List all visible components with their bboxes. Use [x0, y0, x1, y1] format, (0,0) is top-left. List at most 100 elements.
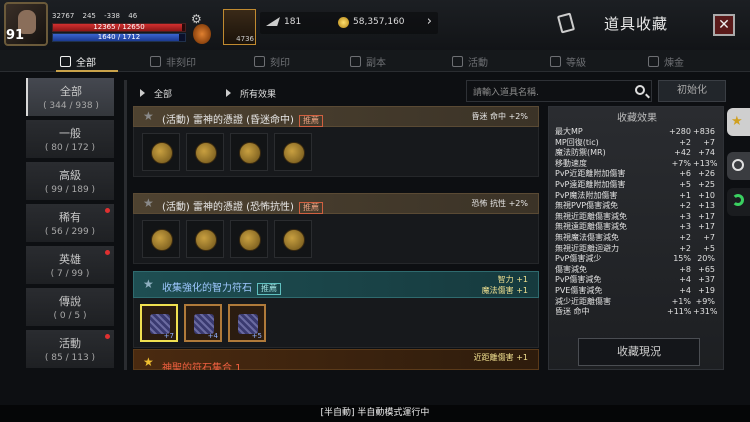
effect-current: +2 — [679, 137, 691, 147]
sidebar-item-count: ( 85 / 113 ) — [44, 353, 96, 363]
search-icon[interactable] — [635, 85, 645, 95]
effect-name: 無視近距離迴避力 — [555, 243, 619, 253]
item-slot[interactable] — [230, 220, 268, 258]
notification-dot — [105, 208, 110, 213]
stat-3: -338 — [104, 12, 121, 20]
effect-current: +5 — [679, 179, 691, 189]
search-input[interactable]: 請輸入道具名稱. — [466, 80, 652, 102]
favorite-side-button[interactable]: ★ — [727, 108, 750, 136]
quick-item-count: 4736 — [236, 35, 254, 43]
effect-row: 無視PVP傷害減免 +2 +13 — [555, 201, 721, 212]
potion-icon[interactable] — [193, 24, 211, 44]
sidebar-item-count: ( 80 / 172 ) — [44, 143, 96, 153]
stat-4: 46 — [128, 12, 138, 20]
effect-max: +74 — [698, 148, 715, 158]
entry-effect-2: 魔法傷害 +1 — [481, 286, 528, 295]
coin-icon — [239, 142, 261, 164]
entry-header[interactable]: ★ (活動) 雷神的憑證 (恐怖抗性) 推薦 恐怖 抗性 +2% — [133, 193, 539, 214]
entry-header[interactable]: ★ (活動) 雷神的憑證 (昏迷命中) 推薦 昏迷 命中 +2% — [133, 106, 539, 127]
entry-header[interactable]: ★ 收集強化的智力符石 推薦 智力 +1 魔法傷害 +1 — [133, 271, 539, 298]
item-slot[interactable]: +5 — [228, 304, 266, 342]
list-item[interactable]: ★ (活動) 雷神的憑證 (恐怖抗性) 推薦 恐怖 抗性 +2% — [133, 193, 539, 264]
chevron-right-icon[interactable]: › — [427, 14, 432, 29]
enhance-level: +5 — [251, 332, 262, 340]
tab-event[interactable]: 活動 — [452, 54, 488, 69]
effect-current: +7% — [671, 158, 691, 168]
effect-row: 魔法防禦(MR) +42 +74 — [555, 148, 721, 159]
tab-alchemy[interactable]: 煉金 — [648, 54, 684, 69]
close-button[interactable]: ✕ — [713, 14, 735, 36]
effect-row: PvP傷害減免 +4 +37 — [555, 275, 721, 286]
item-slot[interactable] — [186, 133, 224, 171]
swirl-icon — [732, 194, 744, 206]
star-icon[interactable]: ★ — [143, 196, 154, 210]
effect-current: +4 — [679, 275, 691, 285]
sidebar-item-count: ( 56 / 299 ) — [44, 227, 96, 237]
effect-filter[interactable]: 所有效果 — [226, 87, 276, 100]
list-item[interactable]: ★ 收集強化的智力符石 推薦 智力 +1 魔法傷害 +1 +7 +4 +5 — [133, 271, 539, 348]
shield-icon — [254, 56, 265, 67]
item-slot[interactable] — [274, 133, 312, 171]
sidebar-item-normal[interactable]: 一般 ( 80 / 172 ) — [26, 120, 114, 158]
tab-label: 等級 — [566, 58, 586, 69]
star-icon[interactable]: ★ — [143, 355, 154, 369]
effect-row: MP回復(tic) +2 +7 — [555, 138, 721, 149]
effect-name: 無視魔法傷害減免 — [555, 232, 619, 242]
tab-level[interactable]: 等級 — [550, 54, 586, 69]
effect-max: +17 — [698, 211, 715, 221]
tab-engraved[interactable]: 刻印 — [254, 54, 290, 69]
sidebar-item-event[interactable]: 活動 ( 85 / 113 ) — [26, 330, 114, 368]
collection-effect-panel: 收藏效果 最大MP +280 +836 MP回復(tic) +2 +7 魔法防禦(MR) +4… — [548, 106, 724, 370]
enhance-level: +4 — [207, 332, 218, 340]
sidebar-item-rare[interactable]: 稀有 ( 56 / 299 ) — [26, 204, 114, 242]
collection-list[interactable]: ★ (活動) 雷神的憑證 (昏迷命中) 推薦 昏迷 命中 +2% ★ (活動) 雷… — [133, 106, 541, 370]
effect-row: 無視遠距離傷害減免 +3 +17 — [555, 222, 721, 233]
coin-icon — [151, 229, 173, 251]
effect-name: 最大MP — [555, 127, 583, 136]
item-slot[interactable] — [274, 220, 312, 258]
auto-side-button[interactable] — [727, 188, 750, 216]
rune-icon — [150, 314, 170, 334]
item-slot[interactable]: +7 — [140, 304, 178, 342]
item-slot[interactable] — [186, 220, 224, 258]
stat-1: 32767 — [52, 12, 75, 20]
reset-button[interactable]: 初始化 — [658, 80, 726, 102]
sidebar-item-advanced[interactable]: 高級 ( 99 / 189 ) — [26, 162, 114, 200]
tab-all[interactable]: 全部 — [60, 54, 96, 69]
list-item[interactable]: ★ (活動) 雷神的憑證 (昏迷命中) 推薦 昏迷 命中 +2% — [133, 106, 539, 177]
list-item[interactable]: ★ 神聖的符石集合 1 近距離傷害 +1 — [133, 349, 539, 370]
effect-name: 傷害減免 — [555, 264, 587, 274]
effect-row: 無視近距離迴避力 +2 +5 — [555, 244, 721, 255]
effect-max: 20% — [697, 254, 715, 264]
collection-status-button[interactable]: 收藏現況 — [578, 338, 700, 366]
coin-icon — [195, 142, 217, 164]
star-icon[interactable]: ★ — [143, 109, 154, 123]
effect-current: +6 — [679, 169, 691, 179]
category-filter[interactable]: 全部 — [140, 87, 172, 100]
sidebar-item-count: ( 344 / 938 ) — [43, 101, 99, 111]
tab-non-engraved[interactable]: 非刻印 — [150, 54, 196, 69]
effect-name: MP回復(tic) — [555, 137, 599, 147]
sidebar-item-hero[interactable]: 英雄 ( 7 / 99 ) — [26, 246, 114, 284]
sidebar-item-legend[interactable]: 傳說 ( 0 / 5 ) — [26, 288, 114, 326]
mp-text: 1640 / 1712 — [97, 33, 141, 41]
effect-current: 15% — [673, 254, 691, 264]
pause-side-button[interactable] — [727, 152, 750, 180]
star-icon[interactable]: ★ — [143, 277, 154, 291]
effect-list[interactable]: 最大MP +280 +836 MP回復(tic) +2 +7 魔法防禦(MR) +42 +74 移… — [555, 127, 721, 337]
sidebar-item-all[interactable]: 全部 ( 344 / 938 ) — [26, 78, 114, 116]
item-slot[interactable]: +4 — [184, 304, 222, 342]
item-slot[interactable] — [142, 220, 180, 258]
effect-name: PVE傷害減免 — [555, 285, 603, 295]
sidebar-scrollbar[interactable] — [124, 80, 127, 370]
coin-icon — [239, 229, 261, 251]
effect-row: 無視魔法傷害減免 +2 +7 — [555, 233, 721, 244]
effect-current: +3 — [679, 222, 691, 232]
quick-item-slot[interactable]: 4736 — [223, 9, 256, 45]
item-slot[interactable] — [230, 133, 268, 171]
triangle-right-icon — [140, 89, 145, 97]
effect-name: 無視近距離傷害減免 — [555, 211, 627, 221]
shield-icon — [150, 56, 161, 67]
item-slot[interactable] — [142, 133, 180, 171]
tab-dungeon[interactable]: 副本 — [350, 54, 386, 69]
